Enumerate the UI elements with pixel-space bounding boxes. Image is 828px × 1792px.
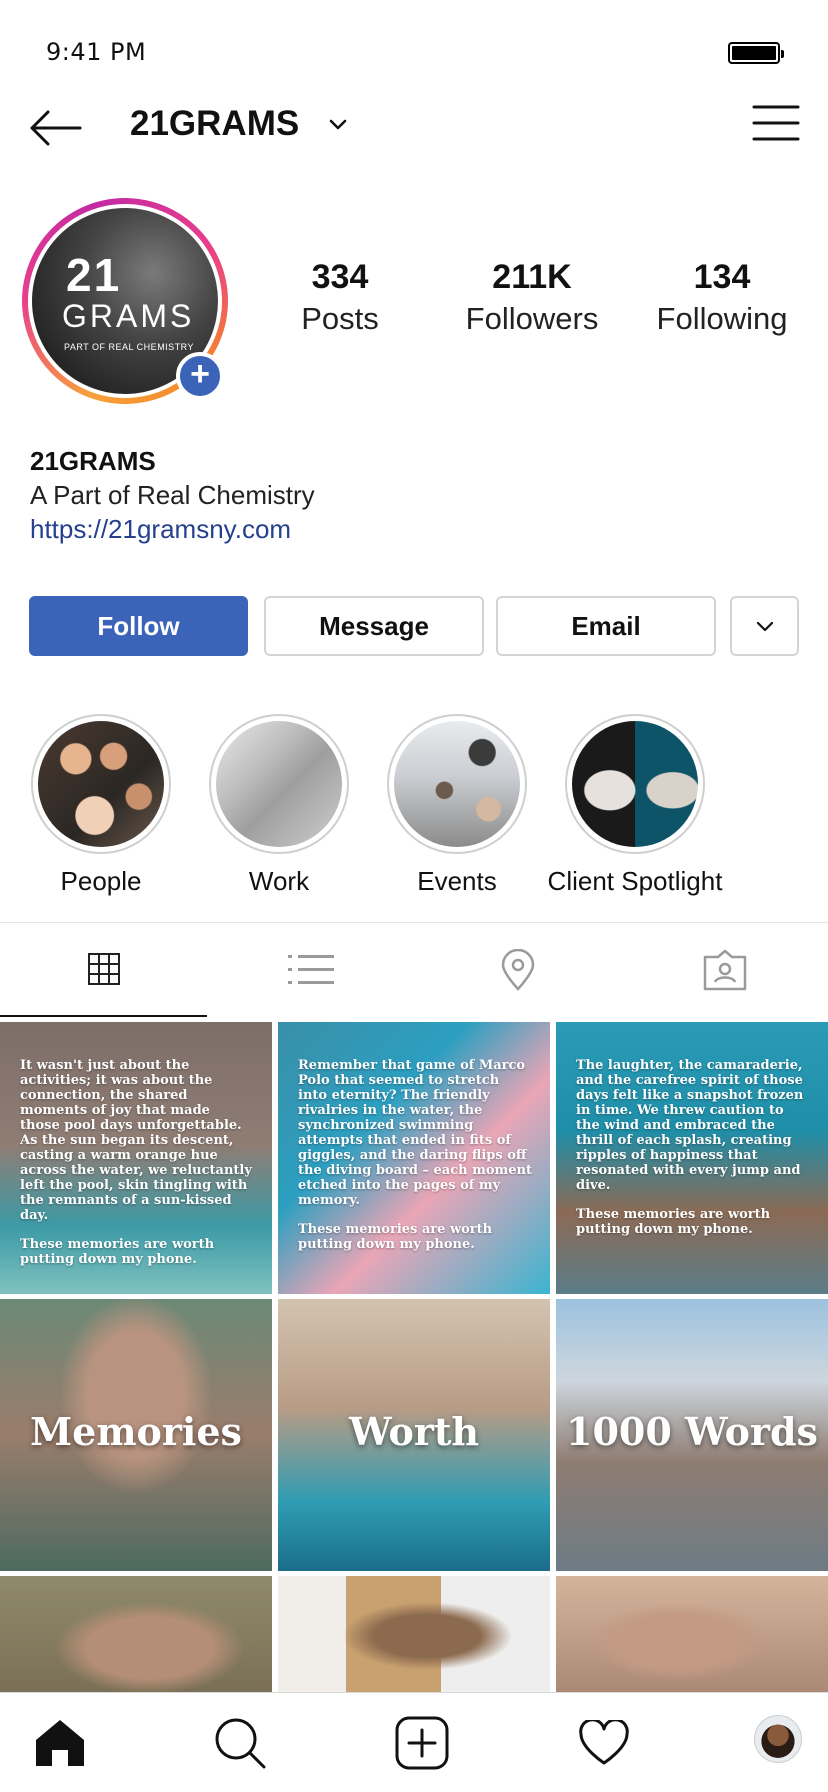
post-tile[interactable]: The laughter, the camaraderie, and the c… — [556, 1022, 828, 1294]
tagged-person-icon — [703, 949, 746, 991]
profile-tabs — [0, 922, 828, 1017]
nav-search[interactable] — [210, 1713, 270, 1773]
post-closing: These memories are worth putting down my… — [298, 1222, 493, 1252]
bio-description: A Part of Real Chemistry — [30, 480, 315, 510]
post-paragraph: It wasn't just about the activities; it … — [20, 1058, 252, 1223]
nav-new-post[interactable] — [392, 1713, 452, 1773]
post-title: Worth — [348, 1409, 480, 1454]
highlight-label: Events — [417, 866, 497, 896]
post-paragraph: The laughter, the camaraderie, and the c… — [576, 1058, 804, 1193]
logo-word: GRAMS — [62, 298, 195, 334]
post-caption: Remember that game of Marco Polo that se… — [298, 1058, 532, 1252]
post-title: 1000 Words — [566, 1409, 818, 1454]
menu-icon[interactable] — [752, 104, 800, 142]
nav-profile-avatar[interactable] — [754, 1715, 802, 1763]
post-caption: The laughter, the camaraderie, and the c… — [576, 1058, 810, 1237]
add-story-plus-icon[interactable]: + — [176, 352, 224, 400]
posts-label: Posts — [301, 301, 379, 336]
post-tile[interactable]: Memories — [0, 1299, 272, 1571]
heart-icon — [579, 1720, 629, 1765]
follow-button[interactable]: Follow — [29, 596, 248, 656]
tab-location[interactable] — [414, 923, 621, 1017]
stat-following[interactable]: 134 Following — [650, 258, 794, 337]
stat-followers[interactable]: 211K Followers — [462, 258, 602, 337]
posts-count: 334 — [311, 258, 369, 296]
back-arrow-icon — [30, 110, 82, 146]
post-tile[interactable]: It wasn't just about the activities; it … — [0, 1022, 272, 1294]
tab-list[interactable] — [207, 923, 414, 1017]
post-closing: These memories are worth putting down my… — [20, 1237, 215, 1267]
battery-icon — [728, 42, 784, 64]
highlight-cover — [572, 721, 698, 847]
status-time: 9:41 PM — [46, 38, 147, 66]
nav-activity[interactable] — [574, 1713, 634, 1773]
nav-home[interactable] — [30, 1713, 90, 1773]
post-caption: It wasn't just about the activities; it … — [20, 1058, 254, 1267]
list-icon — [287, 955, 334, 984]
message-button[interactable]: Message — [264, 596, 484, 656]
highlight-client-spotlight[interactable]: Client Spotlight — [545, 714, 725, 897]
post-tile[interactable] — [278, 1576, 550, 1696]
post-tile[interactable]: Remember that game of Marco Polo that se… — [278, 1022, 550, 1294]
logo-number: 21 — [66, 249, 122, 301]
location-pin-icon — [501, 949, 534, 991]
account-switcher-title[interactable]: 21GRAMS — [130, 104, 299, 144]
logo-tagline: PART OF REAL CHEMISTRY — [64, 342, 195, 352]
back-button[interactable] — [28, 108, 84, 148]
post-tile[interactable]: 1000 Words — [556, 1299, 828, 1571]
post-paragraph: Remember that game of Marco Polo that se… — [298, 1058, 533, 1208]
followers-count: 211K — [492, 258, 572, 296]
highlight-cover — [38, 721, 164, 847]
suggested-accounts-button[interactable] — [730, 596, 799, 656]
tab-tagged[interactable] — [621, 923, 828, 1017]
followers-label: Followers — [465, 301, 599, 336]
chevron-down-icon — [756, 621, 773, 632]
bio-link[interactable]: https://21gramsny.com — [30, 514, 291, 545]
stat-posts[interactable]: 334 Posts — [290, 258, 390, 337]
chevron-down-icon[interactable] — [326, 112, 350, 136]
post-tile[interactable]: Worth — [278, 1299, 550, 1571]
following-count: 134 — [693, 258, 751, 296]
highlight-cover — [394, 721, 520, 847]
highlight-events[interactable]: Events — [382, 714, 532, 897]
following-label: Following — [656, 301, 788, 336]
bottom-nav — [0, 1692, 828, 1792]
post-closing: These memories are worth putting down my… — [576, 1207, 771, 1237]
post-tile[interactable] — [556, 1576, 828, 1696]
search-icon — [215, 1718, 266, 1769]
grid-icon — [87, 953, 120, 985]
plus-square-icon — [395, 1716, 449, 1770]
highlight-label: People — [60, 866, 142, 896]
highlight-work[interactable]: Work — [204, 714, 354, 897]
highlight-label: Client Spotlight — [547, 866, 723, 896]
tab-grid[interactable] — [0, 923, 207, 1017]
highlight-cover — [216, 721, 342, 847]
highlight-people[interactable]: People — [26, 714, 176, 897]
home-icon — [36, 1720, 84, 1766]
bio-name: 21GRAMS — [30, 446, 156, 476]
highlight-label: Work — [248, 866, 310, 896]
email-button[interactable]: Email — [496, 596, 716, 656]
post-tile[interactable] — [0, 1576, 272, 1696]
post-title: Memories — [30, 1409, 242, 1454]
